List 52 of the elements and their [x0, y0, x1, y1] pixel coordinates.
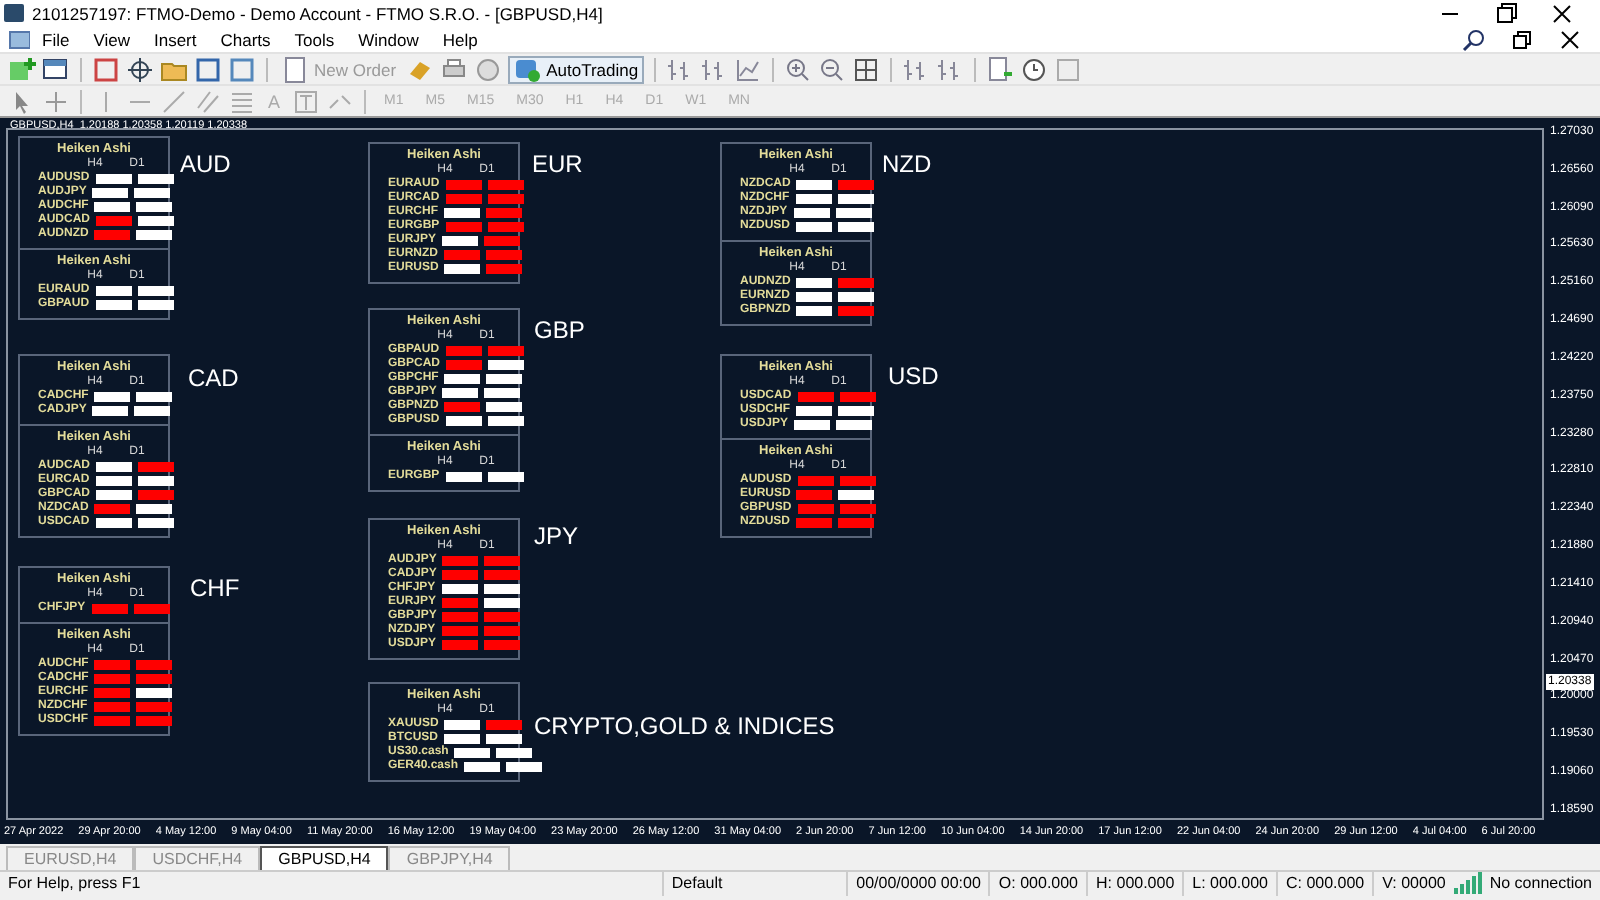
tile-icon[interactable] [852, 55, 881, 83]
menu-item[interactable]: Tools [282, 29, 347, 49]
currency-label: CRYPTO,GOLD & INDICES [534, 712, 835, 740]
restore-icon[interactable] [1492, 0, 1520, 27]
connection-status: No connection [1487, 872, 1594, 896]
crosshair-icon[interactable] [126, 55, 154, 83]
currency-label: JPY [534, 522, 579, 550]
currency-label: AUD [180, 150, 231, 178]
low-readout: L: 000.000 [1182, 872, 1276, 896]
currency-label: CHF [190, 574, 240, 602]
search-icon[interactable] [1460, 26, 1488, 52]
high-readout: H: 000.000 [1086, 872, 1183, 896]
chart-tab[interactable]: GBPUSD,H4 [260, 846, 389, 870]
line-chart-icon[interactable] [734, 55, 763, 83]
new-order-button[interactable]: New Order [278, 55, 401, 83]
volume-readout: V: 00000 [1372, 872, 1454, 896]
chart-icon[interactable] [6, 26, 30, 52]
restore-icon[interactable] [1508, 26, 1536, 52]
menu-item[interactable]: Insert [141, 29, 209, 49]
currency-label: EUR [532, 150, 583, 178]
chart-tab[interactable]: EURUSD,H4 [6, 846, 135, 870]
currency-label: CAD [188, 364, 239, 392]
close-readout: C: 000.000 [1275, 872, 1373, 896]
app-logo [4, 4, 24, 22]
auto-trading-button[interactable]: AutoTrading [508, 55, 645, 83]
profile-name: Default [661, 872, 847, 896]
close-icon[interactable] [1556, 26, 1584, 52]
menu-item[interactable]: Charts [208, 29, 283, 49]
zoom-out-icon[interactable] [818, 55, 847, 83]
document-icon[interactable] [282, 55, 310, 83]
open-readout: O: 000.000 [988, 872, 1087, 896]
close-icon[interactable] [1548, 0, 1576, 27]
datetime-readout: 00/00/0000 00:00 [846, 872, 989, 896]
status-text: For Help, press F1 [6, 872, 143, 896]
text-tool-button[interactable]: A [262, 91, 287, 111]
menu-item[interactable]: Help [430, 29, 490, 49]
printer-icon[interactable] [440, 55, 469, 83]
robot-icon[interactable] [514, 55, 543, 83]
window-title: 2101257197: FTMO-Demo - Demo Account - FTMO S.R.O. - [GBPUSD,H4] [32, 3, 603, 23]
menu-item[interactable]: View [81, 29, 142, 49]
zoom-in-icon[interactable] [784, 55, 813, 83]
currency-label: USD [888, 362, 939, 390]
menu-item[interactable]: Window [346, 29, 431, 49]
text-label-icon[interactable] [292, 87, 321, 115]
signal-bars-icon[interactable] [1453, 870, 1482, 898]
indicators-icon[interactable] [986, 55, 1015, 83]
chart-tab[interactable]: GBPJPY,H4 [388, 846, 511, 870]
clock-icon[interactable] [1020, 55, 1049, 83]
menu-item[interactable]: File [30, 29, 82, 49]
currency-label: GBP [534, 316, 585, 344]
currency-label: NZD [882, 150, 932, 178]
chart-tab[interactable]: USDCHF,H4 [134, 846, 261, 870]
